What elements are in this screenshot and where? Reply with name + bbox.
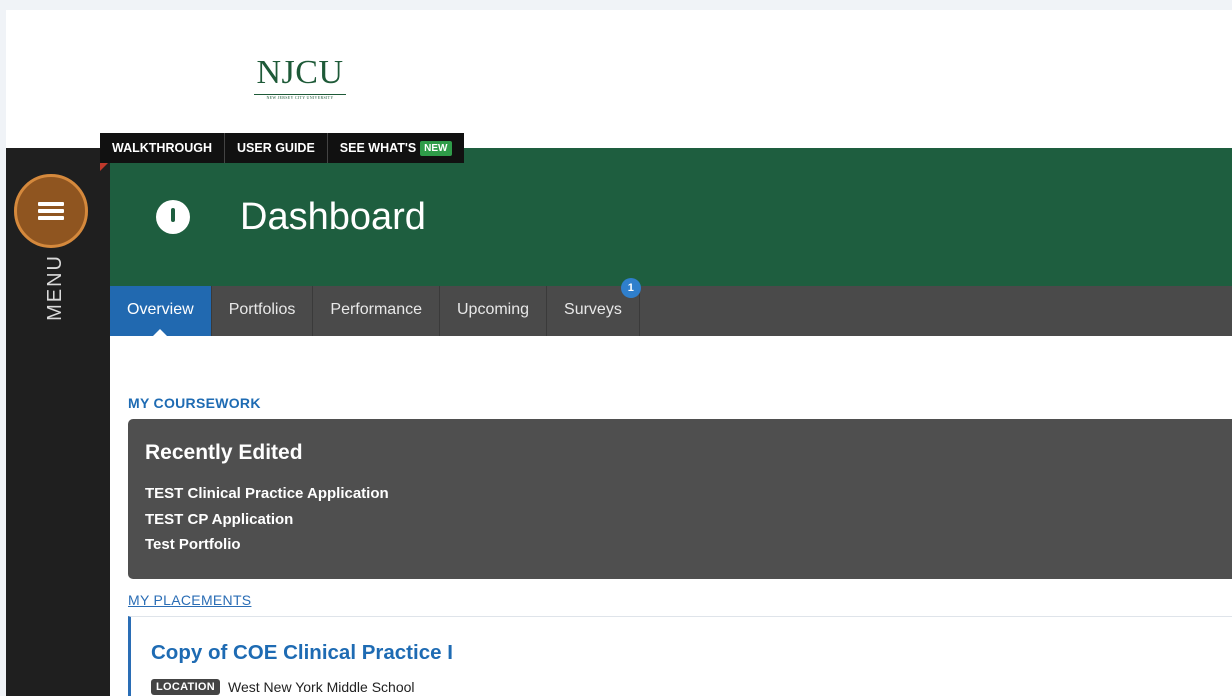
my-placements-link[interactable]: MY PLACEMENTS [128,592,251,608]
recent-item[interactable]: TEST Clinical Practice Application [145,481,389,507]
placement-title[interactable]: Copy of COE Clinical Practice I [151,641,453,665]
tab-bar: Overview Portfolios Performance Upcoming… [110,278,1232,337]
placement-card: Copy of COE Clinical Practice I LOCATION… [128,616,1232,696]
recent-item[interactable]: Test Portfolio [145,532,389,558]
recently-edited-title: Recently Edited [145,441,303,464]
my-coursework-heading: MY COURSEWORK [128,395,261,411]
surveys-count-badge: 1 [620,278,641,298]
page-title: Dashboard [240,196,426,238]
user-guide-button[interactable]: USER GUIDE [225,133,328,163]
page-header: Dashboard [110,148,1232,286]
tab-upcoming[interactable]: Upcoming [440,286,548,336]
menu-label[interactable]: MENU [44,254,67,321]
hamburger-icon [38,202,64,220]
placement-location-row: LOCATION West New York Middle School [151,679,415,695]
corner-marker [100,163,108,171]
new-badge: NEW [420,140,452,156]
tab-performance[interactable]: Performance [313,286,440,336]
tab-surveys-label: Surveys [564,301,622,318]
menu-button[interactable] [14,174,88,248]
app-frame: NJCU NEW JERSEY CITY UNIVERSITY WALKTHRO… [6,10,1232,696]
dashboard-gauge-icon [156,200,190,234]
see-whats-label: SEE WHAT'S [339,141,417,155]
recent-item[interactable]: TEST CP Application [145,507,389,533]
logo-wordmark: NJCU [256,54,344,91]
sidebar: MENU [6,148,110,696]
see-whats-new-button[interactable]: SEE WHAT'S NEW [328,133,464,163]
location-badge: LOCATION [151,679,221,695]
recently-edited-panel: Recently Edited TEST Clinical Practice A… [128,419,1232,579]
tab-surveys[interactable]: Surveys 1 [547,278,641,336]
njcu-logo[interactable]: NJCU NEW JERSEY CITY UNIVERSITY [250,54,350,106]
help-bar: WALKTHROUGH USER GUIDE SEE WHAT'S NEW [100,133,464,163]
placement-location: West New York Middle School [228,679,415,695]
logo-subtitle: NEW JERSEY CITY UNIVERSITY [266,95,334,100]
recently-edited-list: TEST Clinical Practice Application TEST … [145,481,389,558]
walkthrough-button[interactable]: WALKTHROUGH [100,133,225,163]
tab-overview[interactable]: Overview [110,286,212,337]
tab-portfolios[interactable]: Portfolios [212,286,314,336]
